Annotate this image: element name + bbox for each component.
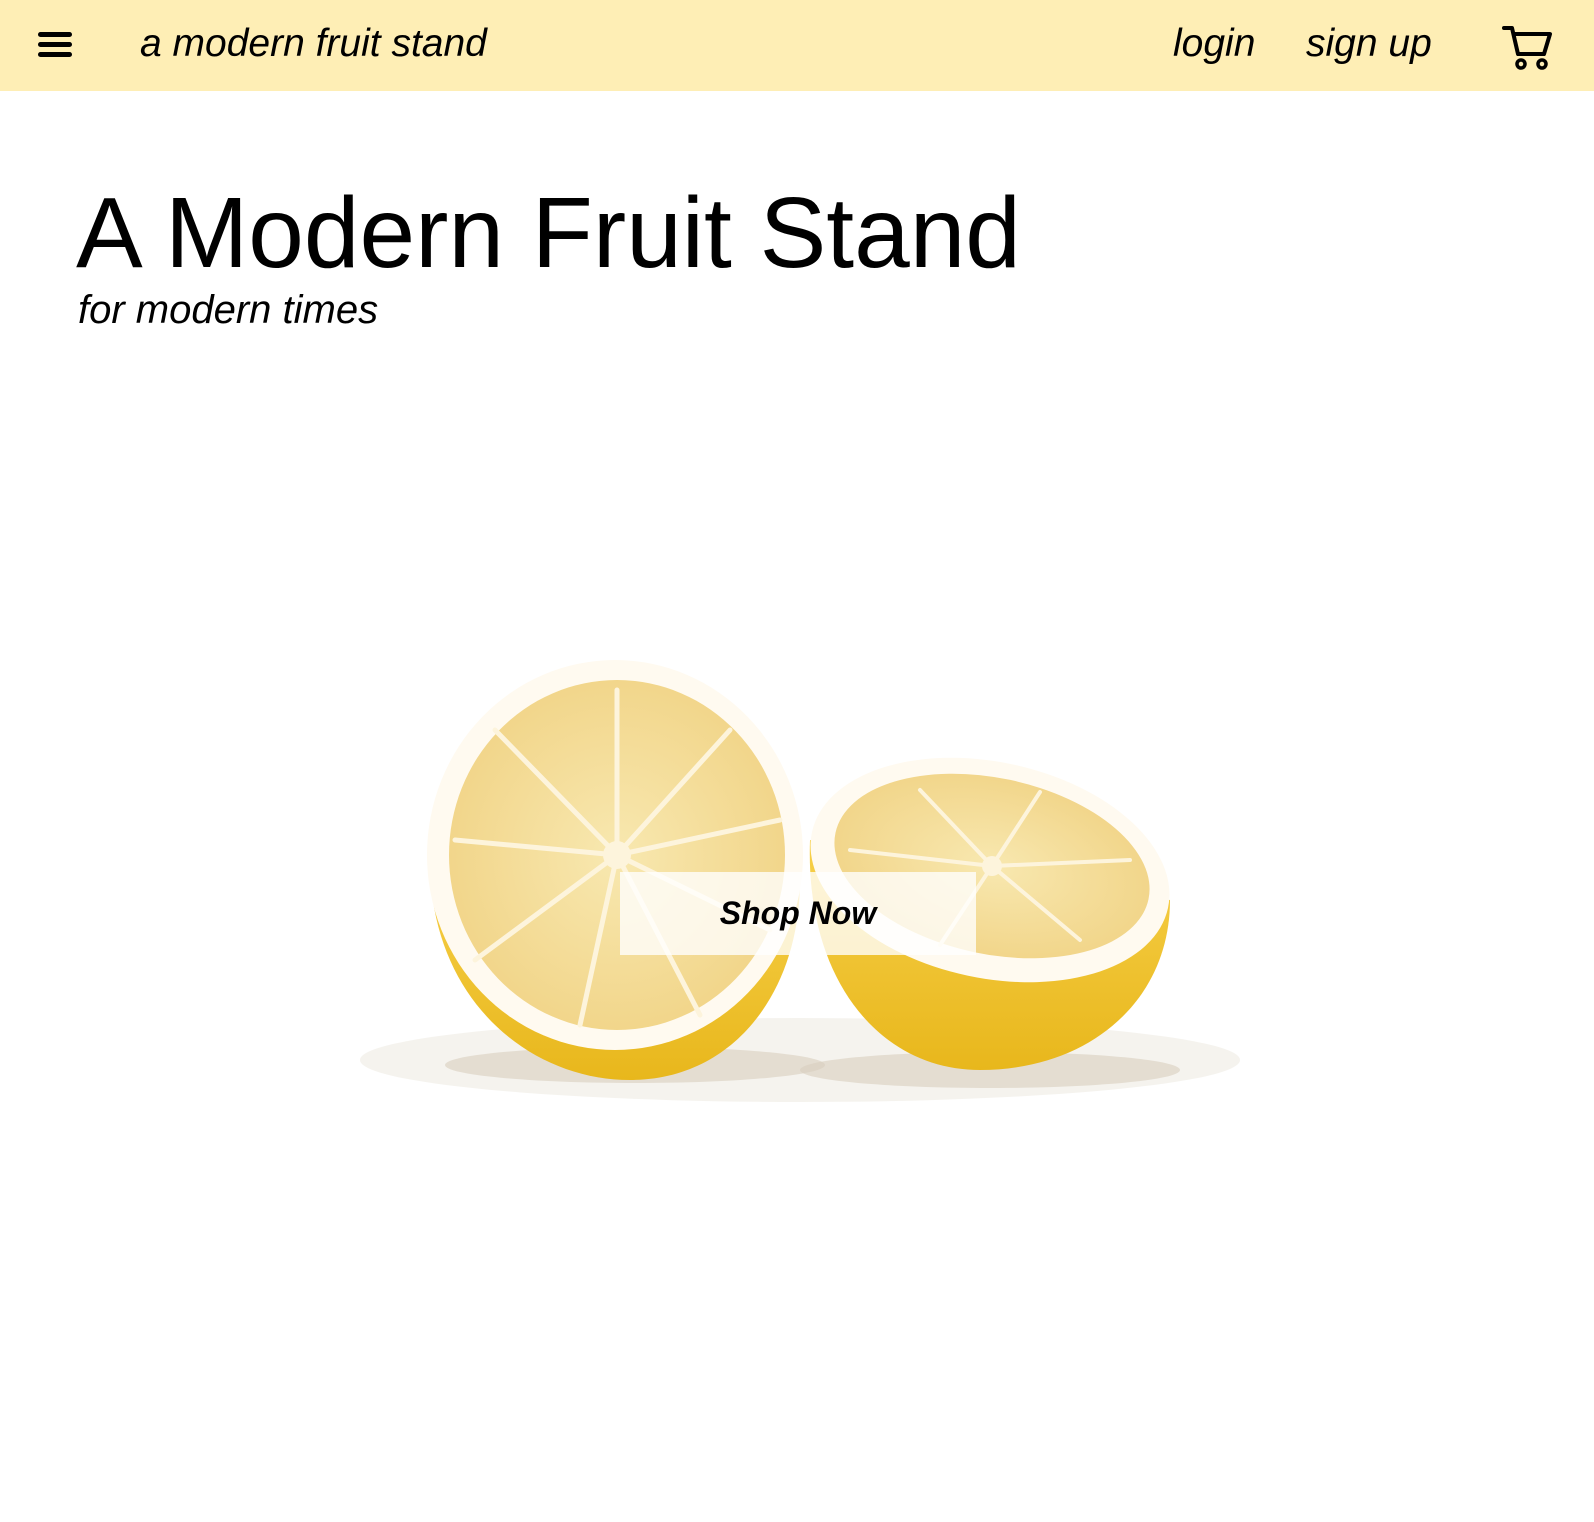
- page-subtitle: for modern times: [78, 288, 379, 332]
- left-lemon-half: [427, 660, 803, 1080]
- page-title: A Modern Fruit Stand: [76, 177, 1021, 289]
- shopping-cart-icon[interactable]: [1500, 22, 1556, 72]
- hamburger-menu-icon[interactable]: [36, 28, 76, 64]
- sign-up-link[interactable]: sign up: [1306, 20, 1432, 68]
- lemon-halves-image: [280, 400, 1300, 1200]
- top-navbar: a modern fruit stand login sign up: [0, 0, 1594, 91]
- login-link[interactable]: login: [1173, 20, 1255, 68]
- shop-now-button[interactable]: Shop Now: [620, 872, 976, 955]
- site-brand-link[interactable]: a modern fruit stand: [140, 20, 487, 68]
